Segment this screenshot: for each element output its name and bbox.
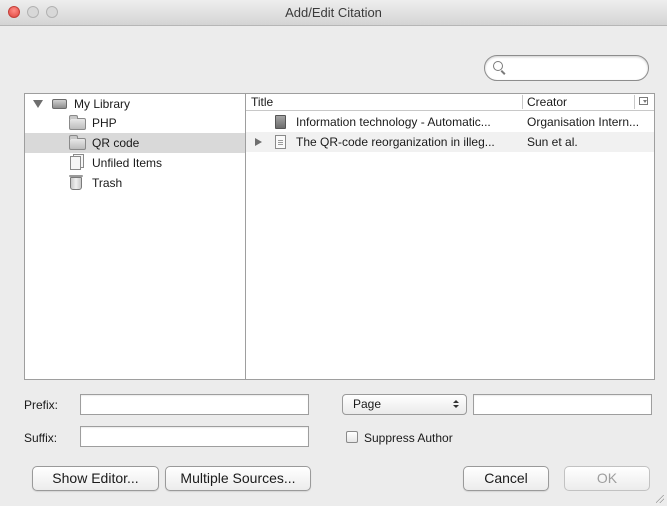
locator-field[interactable] [473, 394, 652, 415]
tree-item-my-library[interactable]: My Library [25, 94, 245, 114]
resize-grip-icon[interactable] [656, 495, 664, 503]
search-input[interactable] [507, 59, 646, 79]
tree-item-label: QR code [92, 136, 140, 150]
locator-type-value: Page [353, 397, 382, 411]
column-header-creator[interactable]: Creator [527, 95, 567, 109]
table-row[interactable]: Information technology - Automatic... Or… [246, 112, 654, 132]
tree-item-trash[interactable]: Trash [25, 173, 245, 193]
prefix-label: Prefix: [24, 398, 59, 412]
citation-dialog: Add/Edit Citation My Library PHP QR code… [0, 0, 667, 506]
suffix-label: Suffix: [24, 431, 58, 445]
tree-item-php[interactable]: PHP [25, 113, 245, 133]
unfiled-items-icon [70, 156, 81, 170]
tree-item-unfiled-items[interactable]: Unfiled Items [25, 153, 245, 173]
cell-title: The QR-code reorganization in illeg... [296, 135, 495, 149]
cell-title: Information technology - Automatic... [296, 115, 491, 129]
column-header-title[interactable]: Title [251, 95, 273, 109]
library-icon [52, 99, 67, 109]
locator-type-select[interactable]: Page [342, 394, 467, 415]
column-divider[interactable] [522, 95, 523, 109]
expand-triangle-icon[interactable] [255, 138, 262, 146]
suppress-author-checkbox[interactable] [346, 431, 358, 443]
suppress-author-label[interactable]: Suppress Author [364, 431, 453, 445]
tree-item-label: Trash [92, 176, 123, 190]
show-editor-button[interactable]: Show Editor... [32, 466, 159, 491]
tree-item-label: PHP [92, 116, 117, 130]
tree-item-label: Unfiled Items [92, 156, 163, 170]
cell-creator: Sun et al. [527, 135, 578, 149]
table-row[interactable]: The QR-code reorganization in illeg... S… [246, 132, 654, 152]
tree-item-qr-code[interactable]: QR code [25, 133, 245, 153]
ok-button[interactable]: OK [564, 466, 650, 491]
column-picker-icon[interactable] [639, 97, 648, 105]
column-divider[interactable] [634, 95, 635, 109]
collapse-triangle-icon[interactable] [33, 100, 43, 108]
cell-creator: Organisation Intern... [527, 115, 640, 129]
search-icon [493, 61, 503, 71]
table-header: Title Creator [246, 94, 654, 111]
search-field[interactable] [484, 55, 649, 81]
library-tree[interactable]: My Library PHP QR code Unfiled Items Tra… [24, 93, 246, 380]
folder-icon [69, 135, 86, 150]
prefix-field[interactable] [80, 394, 309, 415]
suffix-field[interactable] [80, 426, 309, 447]
trash-icon [69, 175, 83, 190]
items-table[interactable]: Title Creator Information technology - A… [245, 93, 655, 380]
tree-item-label: My Library [74, 97, 131, 111]
title-bar[interactable]: Add/Edit Citation [0, 0, 667, 26]
multiple-sources-button[interactable]: Multiple Sources... [165, 466, 311, 491]
document-icon [275, 135, 286, 149]
window-title: Add/Edit Citation [285, 5, 382, 20]
folder-icon [69, 115, 86, 130]
stepper-arrows-icon [453, 400, 459, 409]
book-icon [275, 115, 286, 129]
cancel-button[interactable]: Cancel [463, 466, 549, 491]
